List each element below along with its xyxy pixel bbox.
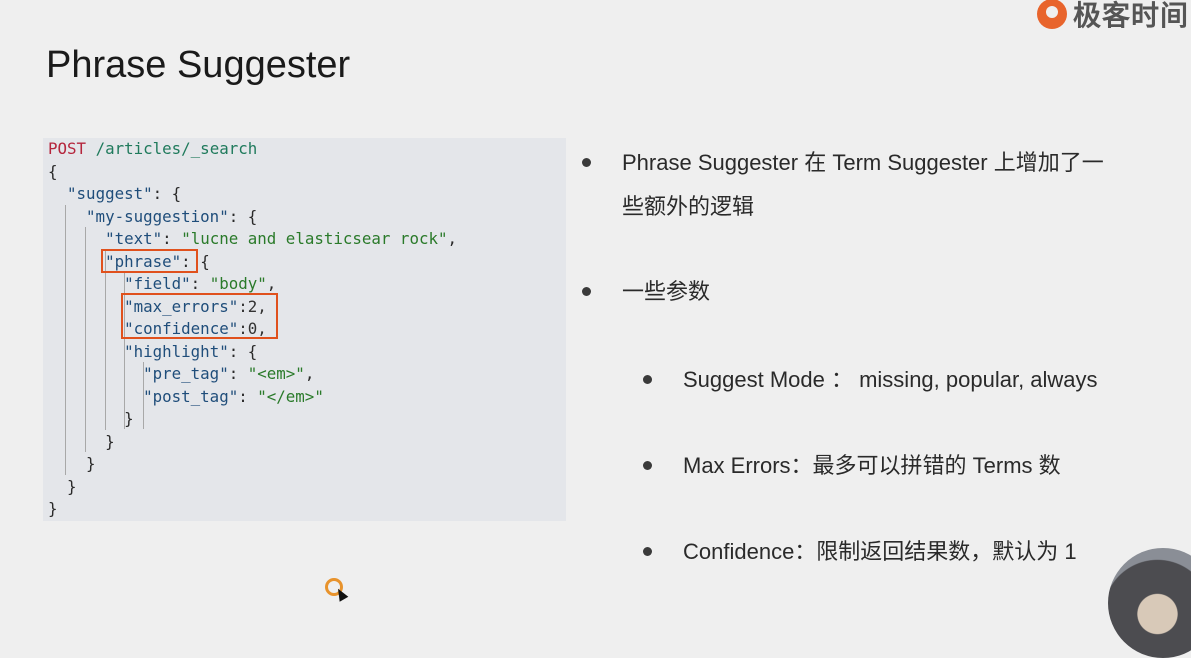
mouse-pointer-icon bbox=[333, 586, 349, 602]
code-line-10: "highlight": { bbox=[124, 341, 258, 361]
indent-guide bbox=[65, 205, 66, 475]
code-line-14: } bbox=[105, 431, 115, 451]
bullet-phrase-suggester: Phrase Suggester 在 Term Suggester 上增加了一 … bbox=[582, 141, 1104, 229]
code-line-12: "post_tag": "</em>" bbox=[143, 386, 324, 406]
params-highlight-box bbox=[121, 293, 278, 339]
bullet-1-line-2: 些额外的逻辑 bbox=[622, 194, 755, 219]
brand-name: 极客时间 bbox=[1072, 0, 1189, 32]
http-method: POST bbox=[48, 139, 87, 158]
sub-bullet-max-errors: Max Errors：最多可以拼错的 Terms 数 bbox=[643, 444, 1061, 488]
code-line-2: { bbox=[48, 161, 58, 181]
sub-bullet-confidence: Confidence：限制返回结果数，默认为 1 bbox=[643, 530, 1077, 574]
code-line-5: "text": "lucne and elasticsear rock", bbox=[105, 229, 457, 248]
code-line-13: } bbox=[124, 409, 134, 428]
sub-bullet-3-text: Confidence：限制返回结果数，默认为 1 bbox=[683, 539, 1077, 564]
code-panel: POST /articles/_search{ "suggest": { "my… bbox=[43, 138, 566, 521]
indent-guide bbox=[105, 250, 106, 430]
indent-guide bbox=[85, 227, 86, 452]
brand-logo: 极客时间 bbox=[1036, 0, 1189, 32]
sub-bullet-1-text: Suggest Mode ： missing, popular, always bbox=[683, 367, 1098, 392]
bullet-params: 一些参数 bbox=[581, 270, 711, 314]
code-line-17: } bbox=[48, 499, 58, 518]
code-line-11: "pre_tag": "<em>", bbox=[143, 364, 315, 383]
sub-bullet-suggest-mode: Suggest Mode ： missing, popular, always bbox=[643, 358, 1098, 402]
bullet-2-text: 一些参数 bbox=[622, 279, 711, 304]
sub-bullet-2-text: Max Errors：最多可以拼错的 Terms 数 bbox=[683, 453, 1061, 478]
slide-title: Phrase Suggester bbox=[46, 44, 351, 86]
brand-logo-icon bbox=[1036, 0, 1067, 29]
bullet-1-line-1: Phrase Suggester 在 Term Suggester 上增加了一 bbox=[622, 150, 1104, 175]
code-line-16: } bbox=[67, 476, 77, 496]
code-line-1: POST /articles/_search bbox=[48, 138, 457, 161]
phrase-highlight-box bbox=[101, 249, 198, 273]
code-line-3: "suggest": { bbox=[67, 184, 182, 203]
code-line-15: } bbox=[86, 454, 96, 473]
presenter-avatar bbox=[1108, 548, 1191, 658]
request-path: /articles/_search bbox=[95, 139, 258, 158]
indent-guide bbox=[143, 362, 144, 429]
code-line-4: "my-suggestion": { bbox=[86, 206, 258, 226]
